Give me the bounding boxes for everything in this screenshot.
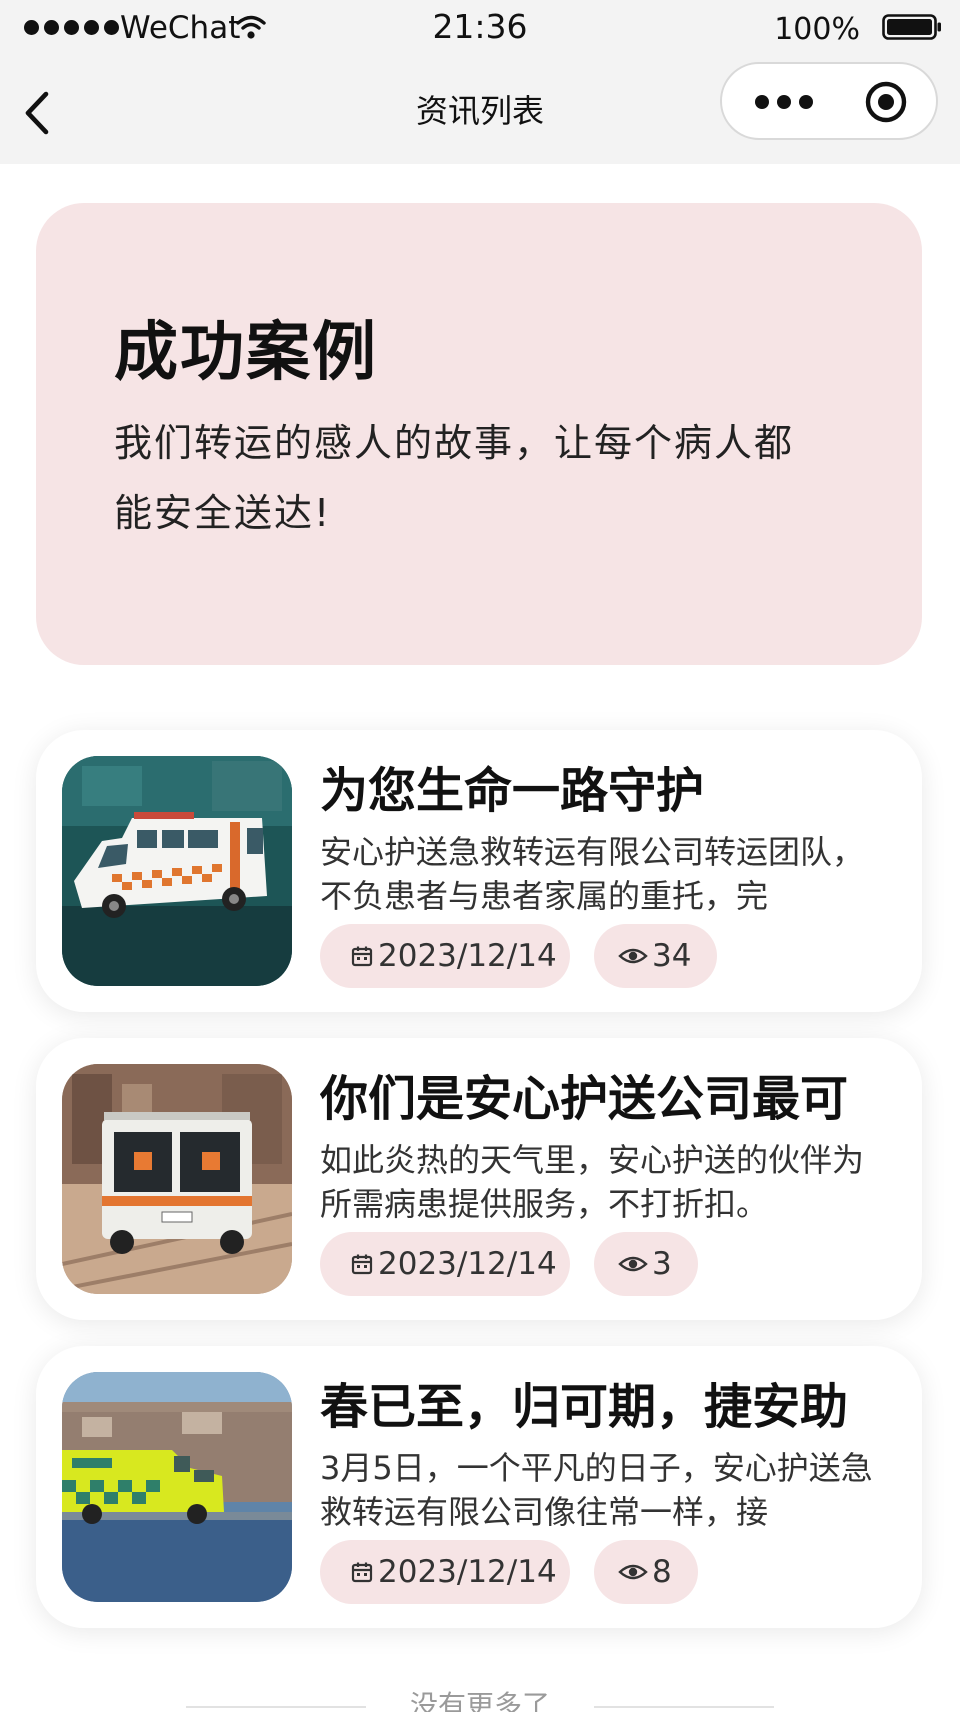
target-circle-icon[interactable] bbox=[862, 78, 910, 126]
views-chip: 34 bbox=[594, 924, 718, 988]
no-more-text: 没有更多了 bbox=[409, 1689, 550, 1712]
news-date: 2023/12/14 bbox=[378, 1554, 557, 1590]
news-title: 春已至，归可期，捷安助 bbox=[320, 1379, 849, 1435]
news-date: 2023/12/14 bbox=[378, 1246, 557, 1282]
news-card[interactable]: 春已至，归可期，捷安助 3月5日，一个平凡的日子，安心护送急救转运有限公司像往常… bbox=[36, 1346, 922, 1628]
news-card[interactable]: 你们是安心护送公司最可 如此炎热的天气里，安心护送的伙伴为所需病患提供服务，不打… bbox=[36, 1038, 922, 1320]
battery-percentage: 100% bbox=[774, 12, 860, 47]
hero-description: 我们转运的感人的故事，让每个病人都能安全送达! bbox=[114, 421, 795, 535]
more-dots-icon[interactable] bbox=[746, 82, 826, 122]
calendar-icon bbox=[351, 1562, 373, 1583]
news-views: 8 bbox=[652, 1554, 672, 1590]
eye-icon bbox=[618, 1256, 648, 1272]
news-summary: 3月5日，一个平凡的日子，安心护送急救转运有限公司像往常一样，接 bbox=[320, 1449, 873, 1531]
calendar-icon bbox=[351, 946, 373, 967]
news-title: 你们是安心护送公司最可 bbox=[320, 1071, 849, 1127]
views-chip: 8 bbox=[594, 1540, 698, 1604]
news-summary: 安心护送急救转运有限公司转运团队，不负患者与患者家属的重托，完 bbox=[320, 833, 865, 915]
news-thumbnail bbox=[62, 756, 292, 986]
eye-icon bbox=[618, 948, 648, 964]
status-bar: WeChat 21:36 100% bbox=[0, 0, 960, 58]
news-title: 为您生命一路守护 bbox=[320, 763, 705, 819]
news-views: 34 bbox=[652, 938, 692, 974]
hero-title: 成功案例 bbox=[114, 316, 378, 390]
news-thumbnail bbox=[62, 1064, 292, 1294]
news-date: 2023/12/14 bbox=[378, 938, 557, 974]
date-chip: 2023/12/14 bbox=[320, 1232, 570, 1296]
hero-banner: 成功案例 我们转运的感人的故事，让每个病人都能安全送达! bbox=[36, 203, 922, 665]
list-end-footer: 没有更多了 bbox=[0, 1682, 960, 1712]
news-summary: 如此炎热的天气里，安心护送的伙伴为所需病患提供服务，不打折扣。 bbox=[320, 1141, 865, 1223]
date-chip: 2023/12/14 bbox=[320, 924, 570, 988]
eye-icon bbox=[618, 1564, 648, 1580]
calendar-icon bbox=[351, 1254, 373, 1275]
news-thumbnail bbox=[62, 1372, 292, 1602]
navigation-bar: 资讯列表 bbox=[0, 58, 960, 164]
news-card[interactable]: 为您生命一路守护 安心护送急救转运有限公司转运团队，不负患者与患者家属的重托，完… bbox=[36, 730, 922, 1012]
views-chip: 3 bbox=[594, 1232, 698, 1296]
date-chip: 2023/12/14 bbox=[320, 1540, 570, 1604]
battery-icon bbox=[882, 14, 941, 40]
news-views: 3 bbox=[652, 1246, 672, 1282]
menu-capsule bbox=[720, 62, 938, 140]
divider bbox=[594, 1706, 774, 1708]
